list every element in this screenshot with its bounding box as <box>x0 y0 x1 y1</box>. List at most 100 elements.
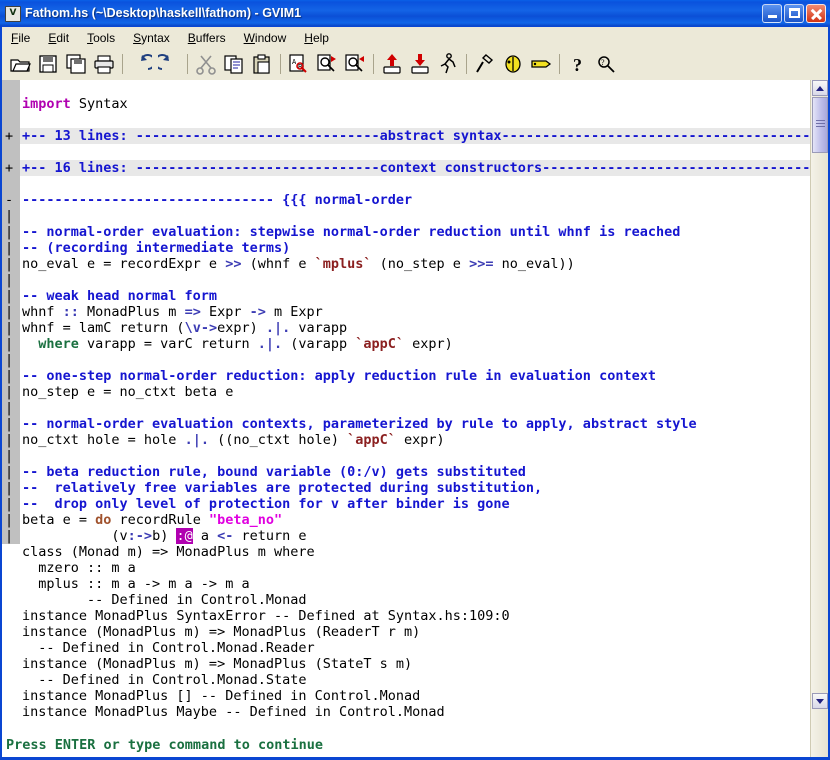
open-file-icon[interactable] <box>6 50 34 78</box>
fold-column-marker[interactable]: | <box>2 320 20 336</box>
fold-column-marker[interactable]: - <box>2 192 20 208</box>
fold-column-marker[interactable]: + <box>2 160 20 176</box>
token-cmt: ------------------------------- {{{ norm… <box>22 192 412 208</box>
scroll-down-arrow[interactable] <box>812 693 828 709</box>
fold-column-marker[interactable]: + <box>2 128 20 144</box>
line-text: +-- 16 lines: --------------------------… <box>20 160 810 176</box>
copy-icon[interactable] <box>220 50 248 78</box>
token-plain: (whnf e <box>241 256 314 272</box>
save-all-icon[interactable] <box>62 50 90 78</box>
print-icon[interactable] <box>90 50 118 78</box>
fold-column-marker[interactable]: | <box>2 480 20 496</box>
token-cmt: -- beta reduction rule, bound variable (… <box>22 464 526 480</box>
fold-column-marker[interactable] <box>2 80 20 96</box>
fold-column-marker[interactable]: | <box>2 464 20 480</box>
token-cmt: -- relatively free variables are protect… <box>22 480 542 496</box>
fold-column-marker[interactable]: | <box>2 272 20 288</box>
fold-column-marker[interactable] <box>2 96 20 112</box>
fold-column-marker[interactable]: | <box>2 368 20 384</box>
fold-column-marker[interactable]: | <box>2 448 20 464</box>
editor-line: | (v:->b) :@ a <- return e <box>2 528 810 544</box>
undo-icon[interactable] <box>127 50 155 78</box>
menu-item-file[interactable]: File <box>2 29 39 47</box>
find-next-icon[interactable] <box>313 50 341 78</box>
fold-column-marker[interactable]: | <box>2 288 20 304</box>
token-plain: (varapp <box>282 336 355 352</box>
gvim-window: V Fathom.hs (~\Desktop\haskell\fathom) -… <box>0 0 830 760</box>
fold-column-marker[interactable]: | <box>2 208 20 224</box>
token-plain: return e <box>233 528 306 544</box>
token-kw: do <box>95 512 111 528</box>
menu-item-edit[interactable]: Edit <box>39 29 78 47</box>
make-icon[interactable] <box>471 50 499 78</box>
find-previous-icon[interactable] <box>341 50 369 78</box>
save-file-icon[interactable] <box>34 50 62 78</box>
fold-column-marker[interactable] <box>2 112 20 128</box>
vertical-scrollbar[interactable] <box>810 80 828 757</box>
redo-icon[interactable] <box>155 50 183 78</box>
editor-line: |-- normal-order evaluation: stepwise no… <box>2 224 810 240</box>
scroll-up-arrow[interactable] <box>812 80 828 96</box>
token-plain: recordRule <box>111 512 209 528</box>
menu-item-window[interactable]: Window <box>235 29 296 47</box>
save-session-icon[interactable] <box>406 50 434 78</box>
menu-item-tools[interactable]: Tools <box>78 29 124 47</box>
window-title: Fathom.hs (~\Desktop\haskell\fathom) - G… <box>25 6 762 20</box>
fold-column-marker[interactable]: | <box>2 352 20 368</box>
fold-column-marker[interactable]: | <box>2 384 20 400</box>
fold-column-marker[interactable] <box>2 176 20 192</box>
line-text: -- drop only level of protection for v a… <box>20 496 810 512</box>
editor-text-area[interactable]: import Syntax ++-- 13 lines: -----------… <box>2 80 810 735</box>
scroll-thumb[interactable] <box>812 97 828 153</box>
output-line: class (Monad m) => MonadPlus m where <box>2 544 810 560</box>
find-replace-icon[interactable]: AB <box>285 50 313 78</box>
cut-icon[interactable] <box>192 50 220 78</box>
minimize-button[interactable] <box>762 4 782 23</box>
editor-line: |-- (recording intermediate terms) <box>2 240 810 256</box>
token-plain: no_eval)) <box>493 256 574 272</box>
fold-column-marker[interactable]: | <box>2 400 20 416</box>
token-plain: whnf = lamC return ( <box>22 320 185 336</box>
fold-column-marker[interactable]: | <box>2 304 20 320</box>
menu-item-help[interactable]: Help <box>295 29 338 47</box>
token-op: :-> <box>128 528 152 544</box>
fold-column-marker[interactable]: | <box>2 240 20 256</box>
fold-column-spacer <box>2 672 20 688</box>
output-text: mzero :: m a <box>20 560 810 576</box>
menu-item-syntax[interactable]: Syntax <box>124 29 179 47</box>
editor-line: |-- weak head normal form <box>2 288 810 304</box>
run-script-icon[interactable] <box>434 50 462 78</box>
token-plain: no_step e = no_ctxt beta e <box>22 384 233 400</box>
line-text: -- one-step normal-order reduction: appl… <box>20 368 810 384</box>
token-plain: expr) <box>396 432 445 448</box>
token-cmt: -- (recording intermediate terms) <box>22 240 290 256</box>
fold-column-marker[interactable]: | <box>2 528 20 544</box>
fold-column-marker[interactable]: | <box>2 512 20 528</box>
fold-column-marker[interactable]: | <box>2 256 20 272</box>
fold-column-marker[interactable]: | <box>2 224 20 240</box>
load-session-icon[interactable] <box>378 50 406 78</box>
line-text: beta e = do recordRule "beta_no" <box>20 512 810 528</box>
fold-line: ++-- 13 lines: -------------------------… <box>2 128 810 144</box>
close-button[interactable] <box>806 4 826 23</box>
make-tags-icon[interactable] <box>527 50 555 78</box>
fold-column-marker[interactable]: | <box>2 416 20 432</box>
fold-column-spacer <box>2 640 20 656</box>
token-bq: `mplus` <box>315 256 372 272</box>
fold-column-marker[interactable] <box>2 144 20 160</box>
shell-icon[interactable] <box>499 50 527 78</box>
output-text: -- Defined in Control.Monad.State <box>20 672 810 688</box>
menu-item-buffers[interactable]: Buffers <box>179 29 235 47</box>
fold-column-marker[interactable]: | <box>2 496 20 512</box>
fold-line: ++-- 16 lines: -------------------------… <box>2 160 810 176</box>
token-op: .|. <box>266 320 290 336</box>
editor-line: |-- drop only level of protection for v … <box>2 496 810 512</box>
maximize-button[interactable] <box>784 4 804 23</box>
editor-line: |-- relatively free variables are protec… <box>2 480 810 496</box>
help-icon[interactable]: ? <box>564 50 592 78</box>
fold-column-marker[interactable]: | <box>2 336 20 352</box>
token-plain: expr) <box>217 320 266 336</box>
paste-icon[interactable] <box>248 50 276 78</box>
find-help-icon[interactable]: ? <box>592 50 620 78</box>
fold-column-marker[interactable]: | <box>2 432 20 448</box>
